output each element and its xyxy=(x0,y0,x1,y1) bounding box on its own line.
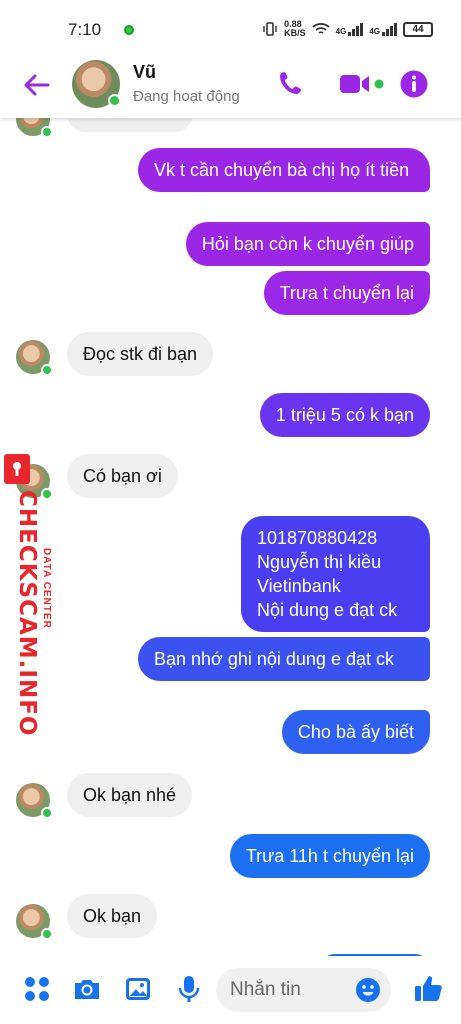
watermark-tagline: DATA CENTER xyxy=(41,548,52,629)
message-bubble-outgoing: Vk t cần chuyển bà chị họ ít tiền xyxy=(138,148,430,192)
watermark-site: CHECKSCAM.INFO xyxy=(14,490,40,737)
composer-bar xyxy=(0,956,461,1024)
signal-2-icon xyxy=(382,22,397,36)
status-bar: 7:10 0.88 KB/S 4G 4G 44 xyxy=(0,0,461,56)
online-indicator xyxy=(41,807,53,819)
message-bubble-incoming: Đọc stk đi bạn xyxy=(67,332,214,376)
message-composer[interactable] xyxy=(216,968,391,1012)
message-bubble-incoming-partial xyxy=(67,118,193,132)
message-bubble-outgoing: Trưa t chuyển lại xyxy=(263,271,430,315)
message-input[interactable] xyxy=(230,976,350,1004)
video-camera-icon[interactable] xyxy=(338,68,386,100)
smiley-icon[interactable] xyxy=(355,977,381,1003)
vibrate-icon xyxy=(263,22,277,36)
message-bubble-outgoing: 1 triệu 5 có k bạn xyxy=(259,393,430,437)
status-time: 7:10 xyxy=(68,20,102,39)
message-list[interactable]: Vk t cần chuyển bà chị họ ít tiền Hỏi bạ… xyxy=(0,118,461,956)
messenger-notification-icon xyxy=(124,25,134,35)
message-bubble-incoming: Ok bạn nhé xyxy=(67,773,193,817)
network-speed: 0.88 KB/S xyxy=(284,20,306,38)
message-bubble-outgoing: Trưa 11h t chuyển lại xyxy=(229,834,430,878)
message-bubble-outgoing: Hỏi bạn còn k chuyển giúp xyxy=(185,222,430,266)
microphone-icon[interactable] xyxy=(174,974,204,1004)
back-arrow-icon[interactable] xyxy=(22,70,52,100)
message-bubble-outgoing: 101870880428 Nguyễn thị kiều Vietinbank … xyxy=(241,516,430,632)
chat-header: Vũ Đang hoạt động xyxy=(0,56,461,118)
contact-avatar-small xyxy=(16,340,53,376)
camera-icon[interactable] xyxy=(72,974,102,1004)
contact-avatar-small xyxy=(16,904,53,940)
wifi-icon xyxy=(312,23,330,34)
battery-icon: 44 xyxy=(403,21,433,37)
network-type-1: 4G xyxy=(335,27,347,36)
contact-avatar-small xyxy=(16,118,53,138)
contact-name[interactable]: Vũ xyxy=(133,62,156,83)
online-indicator xyxy=(41,364,53,376)
watermark-text: CHECKSCAM.INFO DATA CENTER xyxy=(14,490,52,737)
contact-avatar-small xyxy=(16,783,53,819)
four-dots-icon[interactable] xyxy=(22,974,52,1004)
image-icon[interactable] xyxy=(123,974,153,1004)
network-speed-unit: KB/S xyxy=(284,28,306,38)
message-bubble-incoming: Có bạn ơi xyxy=(67,454,178,498)
thumbs-up-icon[interactable] xyxy=(412,972,444,1004)
status-icons: 0.88 KB/S 4G 4G 44 xyxy=(262,20,433,38)
phone-icon[interactable] xyxy=(276,68,308,100)
signal-1-icon xyxy=(348,22,364,36)
watermark: CHECKSCAM.INFO DATA CENTER xyxy=(0,450,52,736)
message-bubble-outgoing: Cho bà ấy biết xyxy=(281,710,430,754)
network-type-2: 4G xyxy=(369,27,380,36)
online-indicator xyxy=(41,928,53,940)
online-indicator xyxy=(108,94,121,107)
contact-status: Đang hoạt động xyxy=(133,88,240,105)
info-icon[interactable] xyxy=(399,69,429,99)
message-bubble-incoming: Ok bạn xyxy=(67,894,158,938)
online-indicator xyxy=(41,126,53,138)
message-bubble-outgoing: Bạn nhớ ghi nội dung e đạt ck xyxy=(138,637,430,681)
contact-avatar[interactable] xyxy=(72,60,121,108)
watermark-lock-icon xyxy=(4,454,30,484)
